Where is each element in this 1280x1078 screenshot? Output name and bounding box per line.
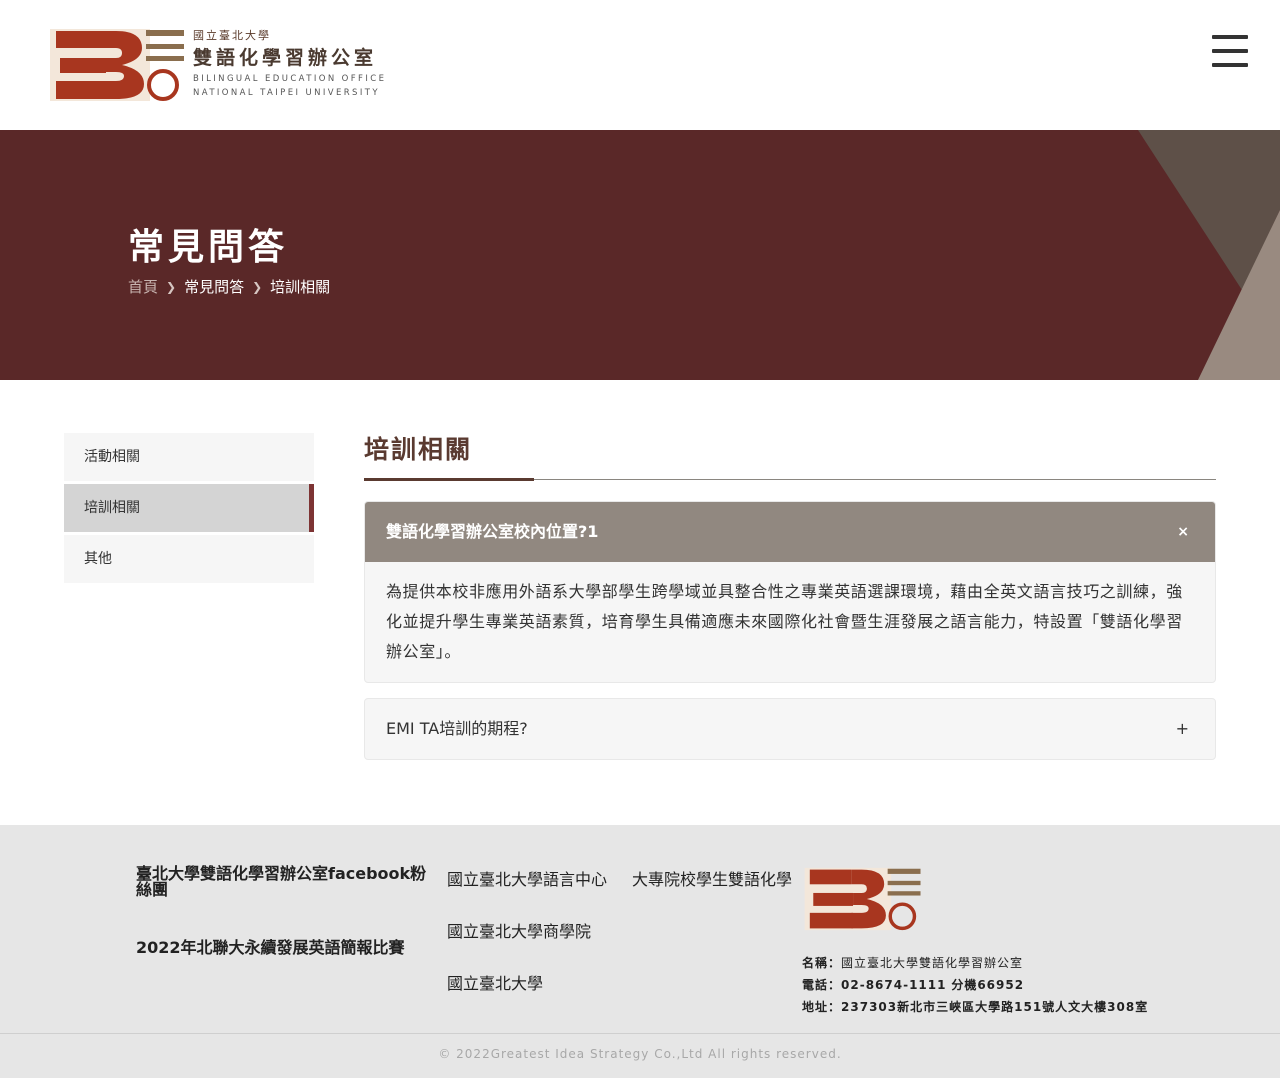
footer-link-contest[interactable]: 2022年北聯大永續發展英語簡報比賽 (136, 934, 405, 958)
plus-icon[interactable]: + (1176, 699, 1189, 759)
site-logo[interactable]: 國立臺北大學 雙語化學習辦公室 BILINGUAL EDUCATION OFFI… (50, 28, 390, 104)
page-banner: 常見問答 首頁 ❯ 常見問答 ❯ 培訓相關 (0, 130, 1280, 380)
logo-office-name: 雙語化學習辦公室 (193, 47, 378, 69)
logo-mark-icon (50, 29, 184, 101)
faq-section: 培訓相關 (364, 430, 1216, 481)
footer-address: 地址：237303新北市三峽區大學路151號人文大樓308室 (802, 1000, 1149, 1014)
site-footer: 臺北大學雙語化學習辦公室facebook粉絲團 2022年北聯大永續發展英語簡報… (0, 825, 1280, 1078)
faq-answer: 為提供本校非應用外語系大學部學生跨學域並具整合性之專業英語選課環境，藉由全英文語… (386, 582, 1183, 661)
site-header: 國立臺北大學 雙語化學習辦公室 BILINGUAL EDUCATION OFFI… (0, 0, 1280, 130)
faq-question-text: 雙語化學習辦公室校內位置?1 (386, 522, 599, 541)
logo-text: 國立臺北大學 雙語化學習辦公室 BILINGUAL EDUCATION OFFI… (193, 28, 393, 100)
footer-link-business-school[interactable]: 國立臺北大學商學院 (447, 918, 591, 942)
close-icon[interactable]: × (1177, 502, 1189, 562)
faq-question[interactable]: EMI TA培訓的期程? + (365, 699, 1215, 759)
faq-item-collapsed: EMI TA培訓的期程? + (364, 698, 1216, 760)
breadcrumb-faq[interactable]: 常見問答 (184, 276, 244, 297)
sidebar-item-activities[interactable]: 活動相關 (64, 433, 314, 481)
logo-university-name: 國立臺北大學 (193, 29, 271, 42)
sidebar-item-other[interactable]: 其他 (64, 535, 314, 583)
breadcrumb: 首頁 ❯ 常見問答 ❯ 培訓相關 (128, 276, 330, 297)
page-title: 常見問答 (128, 227, 289, 268)
category-sidebar: 活動相關 培訓相關 其他 (64, 433, 314, 586)
logo-english-office: BILINGUAL EDUCATION OFFICE (193, 74, 387, 84)
logo-english-university: NATIONAL TAIPEI UNIVERSITY (193, 88, 380, 98)
footer-logo-icon (804, 867, 921, 931)
footer-divider (0, 1033, 1280, 1034)
copyright-text: © 2022Greatest Idea Strategy Co.,Ltd All… (438, 1047, 842, 1061)
chevron-right-icon: ❯ (166, 279, 177, 294)
footer-link-ntpu[interactable]: 國立臺北大學 (447, 970, 543, 994)
footer-link-language-center[interactable]: 國立臺北大學語言中心 (447, 866, 607, 890)
footer-office-name: 名稱：國立臺北大學雙語化學習辦公室 (802, 956, 1024, 970)
footer-link-cross-school[interactable]: 大專院校學生雙語化學 (632, 866, 792, 890)
faq-item-expanded: 雙語化學習辦公室校內位置?1 × 為提供本校非應用外語系大學部學生跨學域並具整合… (364, 501, 1216, 683)
chevron-right-icon: ❯ (252, 279, 263, 294)
section-title: 培訓相關 (364, 435, 473, 464)
breadcrumb-home[interactable]: 首頁 (128, 276, 158, 297)
hamburger-icon[interactable] (1210, 33, 1250, 71)
footer-phone: 電話：02-8674-1111 分機66952 (802, 978, 1025, 992)
sidebar-item-training[interactable]: 培訓相關 (64, 484, 314, 532)
faq-question-text: EMI TA培訓的期程? (386, 719, 528, 738)
title-divider (364, 478, 1216, 481)
footer-link-facebook[interactable]: 臺北大學雙語化學習辦公室facebook粉絲團 (136, 866, 436, 898)
breadcrumb-current: 培訓相關 (270, 278, 331, 296)
faq-question[interactable]: 雙語化學習辦公室校內位置?1 × (365, 502, 1215, 562)
